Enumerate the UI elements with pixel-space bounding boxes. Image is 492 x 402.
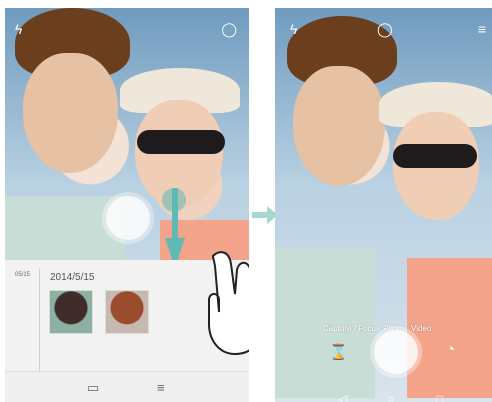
camera-gallery-screen: ϟ ◯ 05/15 2014/5/15 ▭ ≡	[5, 8, 249, 402]
photo-thumbnail[interactable]	[49, 290, 93, 334]
timer-icon[interactable]: ⌛	[329, 343, 348, 361]
camera-viewfinder-screen: ϟ ◯ ≡ Capture / Focus Photo Video ⌛ ◔ ◁ …	[275, 8, 492, 402]
mode-video[interactable]: Video	[411, 324, 431, 333]
flash-icon[interactable]: ϟ	[290, 22, 297, 36]
back-icon[interactable]: ◁	[338, 392, 347, 402]
menu-icon[interactable]: ≡	[157, 380, 165, 395]
man-shirt	[275, 248, 375, 398]
sunglasses	[137, 130, 225, 154]
flash-icon[interactable]: ϟ	[15, 22, 22, 36]
shutter-button[interactable]	[374, 330, 418, 374]
water-drop-icon[interactable]: ◔	[446, 341, 455, 358]
timeline-line	[39, 268, 40, 378]
swipe-down-arrow-icon	[165, 188, 185, 268]
man-face	[23, 53, 118, 173]
touch-hand-icon	[208, 251, 249, 356]
mode-capture-focus[interactable]: Capture / Focus	[323, 324, 380, 333]
menu-icon[interactable]: ≡	[478, 22, 486, 36]
recent-apps-icon[interactable]: □	[436, 392, 443, 402]
home-icon[interactable]: ○	[387, 392, 394, 402]
gallery-icon[interactable]: ▭	[87, 380, 99, 396]
bottom-toolbar: ▭ ≡	[5, 371, 249, 402]
chat-bubble-icon[interactable]: ◯	[221, 22, 237, 36]
sunglasses	[393, 144, 477, 168]
chat-bubble-icon[interactable]: ◯	[377, 22, 393, 36]
date-short: 05/15	[15, 272, 31, 278]
date-long: 2014/5/15	[50, 272, 95, 283]
photo-thumbnail[interactable]	[105, 290, 149, 334]
shutter-button[interactable]	[106, 196, 150, 240]
man-face	[293, 66, 385, 186]
